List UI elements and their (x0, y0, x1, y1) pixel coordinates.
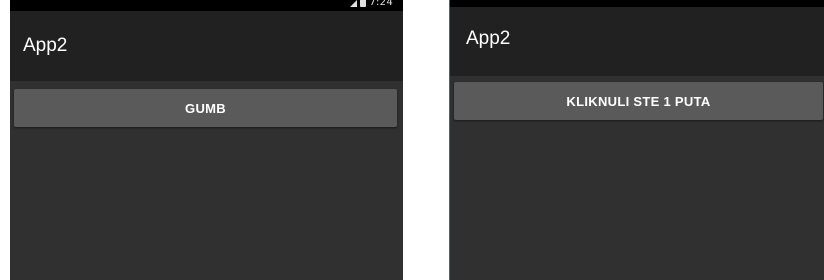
phone-screen-after-click: App2 KLIKNULI STE 1 PUTA (449, 0, 824, 280)
app-title: App2 (466, 28, 511, 49)
battery-icon (360, 0, 367, 7)
status-bar: 7:24 (10, 0, 403, 11)
status-clock: 7:24 (369, 0, 393, 8)
app-title: App2 (23, 35, 68, 56)
signal-icon (350, 0, 358, 7)
gumb-button[interactable]: GUMB (14, 89, 397, 127)
app-bar (10, 11, 403, 81)
phone-screen-before-click: 7:24 App2 GUMB (10, 0, 403, 280)
clicked-count-button[interactable]: KLIKNULI STE 1 PUTA (454, 82, 823, 120)
status-icons: 7:24 (350, 0, 393, 9)
status-bar (450, 0, 824, 7)
